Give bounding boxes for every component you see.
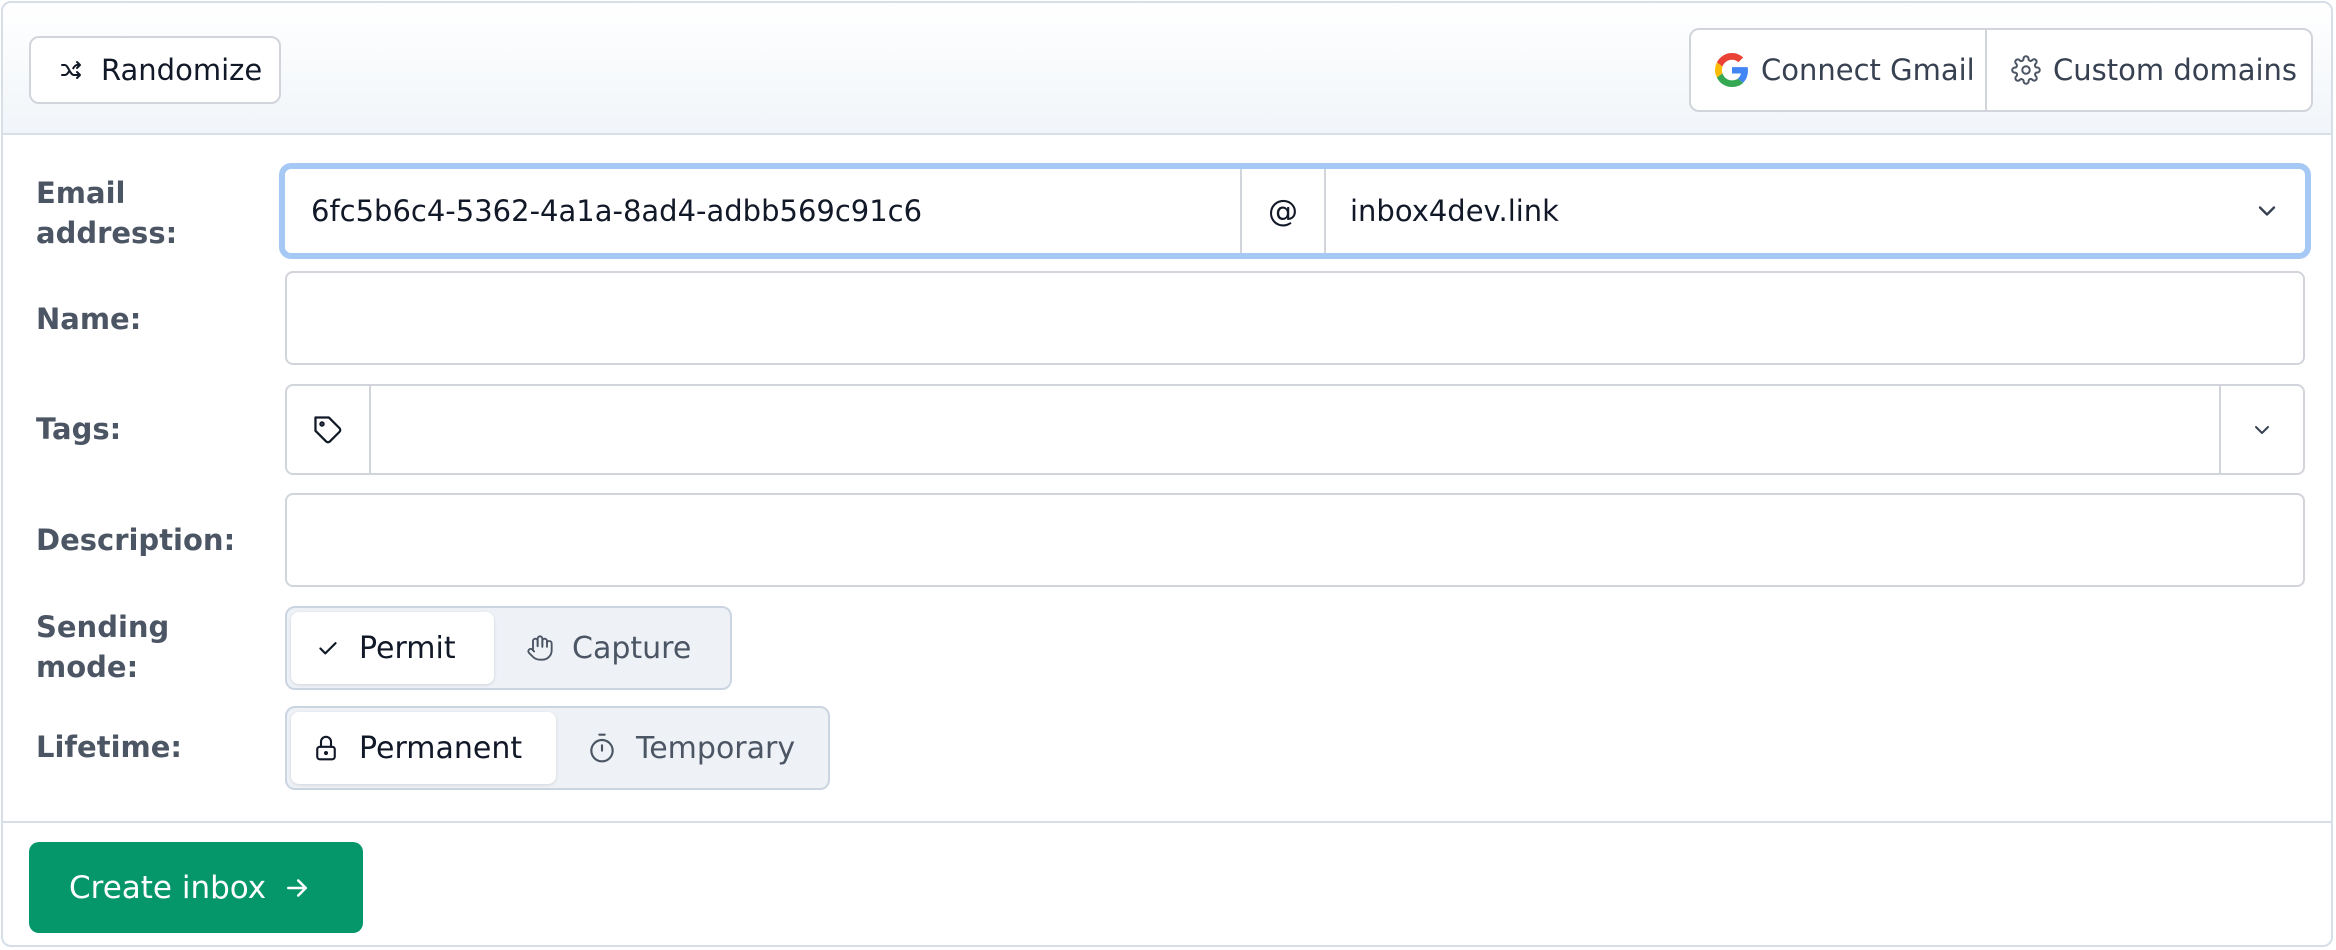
- check-icon: [319, 642, 337, 655]
- name-input[interactable]: [285, 271, 2305, 365]
- lifetime-temporary-option[interactable]: Temporary: [556, 712, 824, 784]
- create-inbox-label: Create inbox: [69, 869, 267, 906]
- email-address-label: Email address:: [36, 176, 178, 250]
- lifetime-toggle: Permanent Temporary: [285, 706, 830, 790]
- connect-gmail-label: Connect Gmail: [1761, 53, 1975, 87]
- shuffle-icon: [61, 61, 81, 79]
- sending-mode-permit-option[interactable]: Permit: [291, 612, 494, 684]
- email-address-field: 6fc5b6c4-5362-4a1a-8ad4-adbb569c91c6 @ i…: [279, 163, 2311, 259]
- connect-gmail-button[interactable]: Connect Gmail: [1691, 30, 1987, 110]
- tag-icon: [314, 415, 342, 443]
- tags-field: [285, 384, 2305, 475]
- email-domain-select[interactable]: inbox4dev.link: [1326, 169, 2305, 253]
- sending-mode-label: Sending mode:: [36, 610, 170, 684]
- chevron-down-icon: [2258, 206, 2276, 216]
- timer-icon: [590, 733, 614, 763]
- lifetime-label: Lifetime:: [36, 730, 182, 764]
- temporary-label: Temporary: [636, 730, 796, 766]
- lock-icon: [316, 735, 336, 761]
- custom-domains-button[interactable]: Custom domains: [1987, 30, 2311, 110]
- name-label: Name:: [36, 302, 142, 336]
- randomize-button[interactable]: Randomize: [29, 36, 281, 104]
- chevron-down-icon: [2255, 425, 2269, 434]
- tags-dropdown-toggle[interactable]: [2219, 386, 2303, 473]
- capture-label: Capture: [572, 630, 692, 666]
- hand-icon: [527, 635, 553, 661]
- permit-label: Permit: [359, 630, 456, 666]
- randomize-label: Randomize: [101, 53, 263, 87]
- email-domain-value: inbox4dev.link: [1350, 194, 1559, 228]
- permanent-label: Permanent: [359, 730, 523, 766]
- sending-mode-capture-option[interactable]: Capture: [494, 612, 726, 684]
- description-label: Description:: [36, 523, 236, 557]
- at-sign: @: [1242, 169, 1326, 253]
- custom-domains-label: Custom domains: [2053, 53, 2298, 87]
- email-local-part-input[interactable]: 6fc5b6c4-5362-4a1a-8ad4-adbb569c91c6: [285, 169, 1242, 253]
- integration-button-group: Connect Gmail Custom domains: [1689, 28, 2313, 112]
- description-input[interactable]: [285, 493, 2305, 587]
- tags-input[interactable]: [371, 386, 2219, 473]
- create-inbox-button[interactable]: Create inbox: [29, 842, 363, 933]
- sending-mode-toggle: Permit Capture: [285, 606, 732, 690]
- tag-icon-cell: [287, 386, 371, 473]
- lifetime-permanent-option[interactable]: Permanent: [291, 712, 556, 784]
- create-inbox-card: Randomize Connect Gmail Custom domains E…: [1, 1, 2333, 947]
- gear-icon: [2011, 55, 2041, 85]
- tags-label: Tags:: [36, 412, 122, 446]
- footer-divider: [3, 821, 2331, 823]
- google-icon: [1715, 53, 1748, 87]
- toolbar: Randomize Connect Gmail Custom domains: [3, 3, 2331, 135]
- arrow-right-icon: [287, 878, 308, 897]
